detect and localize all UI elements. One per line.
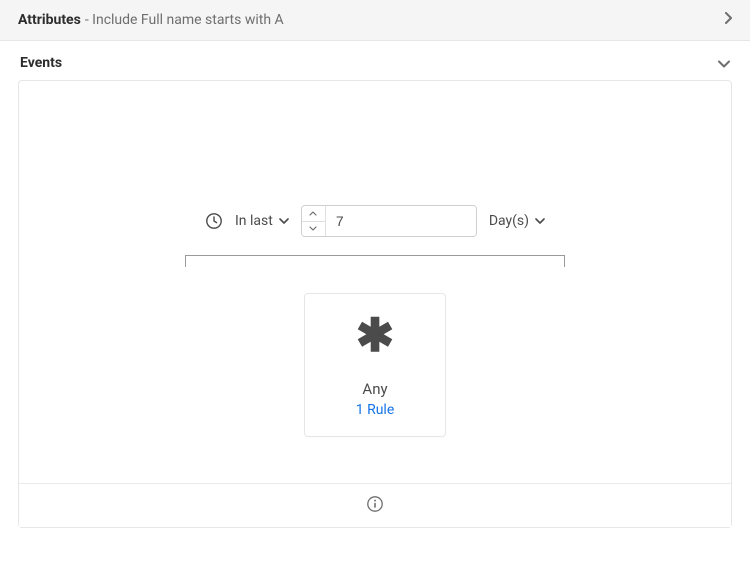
events-title: Events [20, 55, 62, 71]
timeframe-value-field [301, 205, 477, 237]
quantity-stepper [302, 206, 326, 236]
attributes-title: Attributes [18, 12, 81, 28]
timeframe-prefix-label: In last [235, 213, 273, 229]
chevron-down-icon [535, 218, 545, 224]
event-card-rules-link[interactable]: 1 Rule [315, 402, 435, 418]
events-panel-header[interactable]: Events [0, 41, 750, 80]
chevron-down-icon[interactable] [718, 53, 730, 72]
events-panel: Events In last [0, 41, 750, 528]
events-body: In last Day(s) [18, 80, 732, 528]
timeframe-unit-select[interactable]: Day(s) [489, 213, 545, 229]
events-footer [19, 483, 731, 527]
attributes-title-line: Attributes - Include Full name starts wi… [18, 12, 284, 28]
attributes-subtitle: - Include Full name starts with A [85, 12, 284, 28]
chevron-down-icon [279, 218, 289, 224]
asterisk-icon: ✱ [315, 314, 435, 360]
attributes-panel-header[interactable]: Attributes - Include Full name starts wi… [0, 0, 750, 41]
timeframe-bracket [185, 255, 565, 267]
event-card-label: Any [315, 380, 435, 398]
timeframe-prefix-select[interactable]: In last [235, 213, 289, 229]
info-icon[interactable] [366, 495, 384, 517]
step-up-button[interactable] [302, 206, 325, 222]
timeframe-value-input[interactable] [326, 206, 476, 236]
chevron-right-icon[interactable] [724, 12, 732, 28]
clock-icon [205, 212, 223, 230]
step-down-button[interactable] [302, 222, 325, 237]
timeframe-unit-label: Day(s) [489, 213, 529, 229]
event-card[interactable]: ✱ Any 1 Rule [304, 293, 446, 437]
timeframe-row: In last Day(s) [205, 205, 545, 237]
